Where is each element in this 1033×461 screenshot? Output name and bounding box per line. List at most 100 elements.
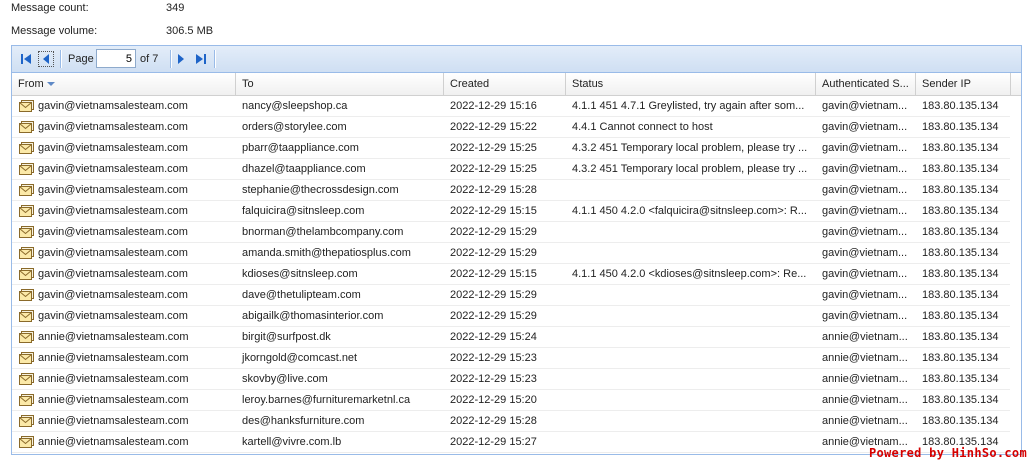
- to-cell: amanda.smith@thepatiosplus.com: [242, 247, 411, 259]
- status-cell: [566, 285, 816, 305]
- sender-ip-cell: 183.80.135.134: [922, 289, 999, 301]
- created-cell: 2022-12-29 15:22: [450, 121, 537, 133]
- table-row[interactable]: annie@vietnamsalesteam.com kartell@vivre.…: [12, 432, 1011, 453]
- status-cell: [566, 306, 816, 326]
- from-cell: annie@vietnamsalesteam.com: [38, 352, 189, 364]
- toolbar-separator: [60, 50, 62, 68]
- table-row[interactable]: gavin@vietnamsalesteam.com orders@storyle…: [12, 117, 1011, 138]
- table-row[interactable]: annie@vietnamsalesteam.com leroy.barnes@f…: [12, 390, 1011, 411]
- created-cell: 2022-12-29 15:28: [450, 415, 537, 427]
- column-header-from[interactable]: From: [12, 73, 236, 95]
- created-cell: 2022-12-29 15:28: [450, 184, 537, 196]
- column-header-auth-label: Authenticated S...: [822, 78, 909, 90]
- table-row[interactable]: annie@vietnamsalesteam.com jkorngold@comc…: [12, 348, 1011, 369]
- authenticated-sender-cell: annie@vietnam...: [822, 394, 908, 406]
- sender-ip-cell: 183.80.135.134: [922, 142, 999, 154]
- created-cell: 2022-12-29 15:29: [450, 226, 537, 238]
- to-cell: stephanie@thecrossdesign.com: [242, 184, 399, 196]
- status-cell: [566, 243, 816, 263]
- created-cell: 2022-12-29 15:24: [450, 331, 537, 343]
- prev-page-icon[interactable]: [38, 51, 54, 67]
- created-cell: 2022-12-29 15:29: [450, 289, 537, 301]
- authenticated-sender-cell: gavin@vietnam...: [822, 226, 908, 238]
- from-cell: gavin@vietnamsalesteam.com: [38, 163, 188, 175]
- status-cell: [566, 348, 816, 368]
- first-page-icon[interactable]: [18, 51, 34, 67]
- to-cell: des@hanksfurniture.com: [242, 415, 365, 427]
- grid-body: gavin@vietnamsalesteam.com nancy@sleepsho…: [12, 96, 1021, 454]
- created-cell: 2022-12-29 15:29: [450, 247, 537, 259]
- sender-ip-cell: 183.80.135.134: [922, 205, 999, 217]
- column-header-created[interactable]: Created: [444, 73, 566, 95]
- sender-ip-cell: 183.80.135.134: [922, 226, 999, 238]
- to-cell: orders@storylee.com: [242, 121, 347, 133]
- table-row[interactable]: gavin@vietnamsalesteam.com dave@thetulipt…: [12, 285, 1011, 306]
- sender-ip-cell: 183.80.135.134: [922, 268, 999, 280]
- message-count-row: Message count: 349: [11, 1, 184, 15]
- authenticated-sender-cell: annie@vietnam...: [822, 415, 908, 427]
- to-cell: kdioses@sitnsleep.com: [242, 268, 358, 280]
- authenticated-sender-cell: gavin@vietnam...: [822, 184, 908, 196]
- authenticated-sender-cell: gavin@vietnam...: [822, 163, 908, 175]
- authenticated-sender-cell: gavin@vietnam...: [822, 121, 908, 133]
- from-cell: annie@vietnamsalesteam.com: [38, 436, 189, 448]
- status-cell: [566, 432, 816, 452]
- column-header-status[interactable]: Status: [566, 73, 816, 95]
- status-cell: 4.1.1 450 4.2.0 <kdioses@sitnsleep.com>:…: [572, 268, 807, 280]
- table-row[interactable]: gavin@vietnamsalesteam.com kdioses@sitnsl…: [12, 264, 1011, 285]
- column-header-authenticated-sender[interactable]: Authenticated S...: [816, 73, 916, 95]
- sender-ip-cell: 183.80.135.134: [922, 247, 999, 259]
- table-row[interactable]: gavin@vietnamsalesteam.com amanda.smith@t…: [12, 243, 1011, 264]
- to-cell: kartell@vivre.com.lb: [242, 436, 342, 448]
- to-cell: pbarr@taappliance.com: [242, 142, 359, 154]
- page-total-label: of 7: [140, 53, 159, 65]
- page-number-input[interactable]: [96, 49, 136, 68]
- next-page-icon[interactable]: [173, 51, 189, 67]
- sender-ip-cell: 183.80.135.134: [922, 310, 999, 322]
- created-cell: 2022-12-29 15:15: [450, 205, 537, 217]
- column-header-ip-label: Sender IP: [922, 78, 971, 90]
- to-cell: birgit@surfpost.dk: [242, 331, 331, 343]
- table-row[interactable]: annie@vietnamsalesteam.com birgit@surfpos…: [12, 327, 1011, 348]
- sort-descending-icon: [46, 82, 55, 87]
- table-row[interactable]: gavin@vietnamsalesteam.com stephanie@thec…: [12, 180, 1011, 201]
- to-cell: nancy@sleepshop.ca: [242, 100, 348, 112]
- authenticated-sender-cell: annie@vietnam...: [822, 352, 908, 364]
- from-cell: gavin@vietnamsalesteam.com: [38, 100, 188, 112]
- authenticated-sender-cell: gavin@vietnam...: [822, 100, 908, 112]
- column-header-sender-ip[interactable]: Sender IP: [916, 73, 1011, 95]
- from-cell: annie@vietnamsalesteam.com: [38, 415, 189, 427]
- column-header-to[interactable]: To: [236, 73, 444, 95]
- page-label: Page: [68, 53, 94, 65]
- table-row[interactable]: annie@vietnamsalesteam.com des@hanksfurni…: [12, 411, 1011, 432]
- status-cell: [566, 222, 816, 242]
- table-row[interactable]: gavin@vietnamsalesteam.com dhazel@taappli…: [12, 159, 1011, 180]
- authenticated-sender-cell: gavin@vietnam...: [822, 310, 908, 322]
- table-row[interactable]: gavin@vietnamsalesteam.com bnorman@thelam…: [12, 222, 1011, 243]
- from-cell: gavin@vietnamsalesteam.com: [38, 310, 188, 322]
- created-cell: 2022-12-29 15:25: [450, 163, 537, 175]
- from-cell: annie@vietnamsalesteam.com: [38, 394, 189, 406]
- authenticated-sender-cell: annie@vietnam...: [822, 331, 908, 343]
- to-cell: jkorngold@comcast.net: [242, 352, 358, 364]
- status-cell: [566, 390, 816, 410]
- sender-ip-cell: 183.80.135.134: [922, 394, 999, 406]
- scrollbar[interactable]: [1010, 96, 1021, 454]
- message-volume-label: Message volume:: [11, 25, 98, 37]
- from-cell: annie@vietnamsalesteam.com: [38, 331, 189, 343]
- table-row[interactable]: annie@vietnamsalesteam.com skovby@live.co…: [12, 369, 1011, 390]
- from-cell: annie@vietnamsalesteam.com: [38, 373, 189, 385]
- created-cell: 2022-12-29 15:23: [450, 373, 537, 385]
- message-volume-value: 306.5 MB: [166, 25, 214, 37]
- status-cell: [566, 180, 816, 200]
- from-cell: gavin@vietnamsalesteam.com: [38, 226, 188, 238]
- table-row[interactable]: gavin@vietnamsalesteam.com falquicira@sit…: [12, 201, 1011, 222]
- authenticated-sender-cell: gavin@vietnam...: [822, 268, 908, 280]
- table-row[interactable]: gavin@vietnamsalesteam.com abigailk@thoma…: [12, 306, 1011, 327]
- toolbar-separator: [214, 50, 216, 68]
- column-header-created-label: Created: [450, 78, 490, 90]
- table-row[interactable]: gavin@vietnamsalesteam.com nancy@sleepsho…: [12, 96, 1011, 117]
- last-page-icon[interactable]: [193, 51, 209, 67]
- from-cell: gavin@vietnamsalesteam.com: [38, 205, 188, 217]
- table-row[interactable]: gavin@vietnamsalesteam.com pbarr@taapplia…: [12, 138, 1011, 159]
